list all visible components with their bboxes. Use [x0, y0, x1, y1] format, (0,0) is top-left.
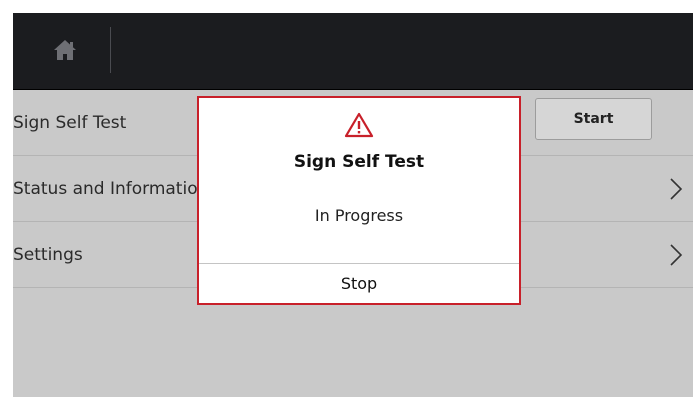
chevron-right-icon	[670, 178, 683, 200]
top-bar	[13, 13, 693, 90]
sign-self-test-label: Sign Self Test	[13, 113, 127, 133]
dialog-message: In Progress	[314, 206, 404, 225]
home-button[interactable]	[48, 33, 82, 67]
self-test-dialog: Sign Self Test In Progress Stop	[197, 96, 521, 305]
home-icon	[54, 40, 76, 60]
warning-icon	[344, 112, 374, 138]
start-button[interactable]: Start	[535, 98, 652, 140]
topbar-divider	[110, 27, 111, 73]
chevron-right-icon	[670, 244, 683, 266]
dialog-title: Sign Self Test	[293, 152, 425, 172]
stop-button[interactable]: Stop	[199, 264, 519, 303]
device-screen: Sign Self Test Start Status and Informat…	[13, 13, 693, 397]
status-and-information-label: Status and Information	[13, 179, 209, 199]
settings-label: Settings	[13, 245, 83, 265]
